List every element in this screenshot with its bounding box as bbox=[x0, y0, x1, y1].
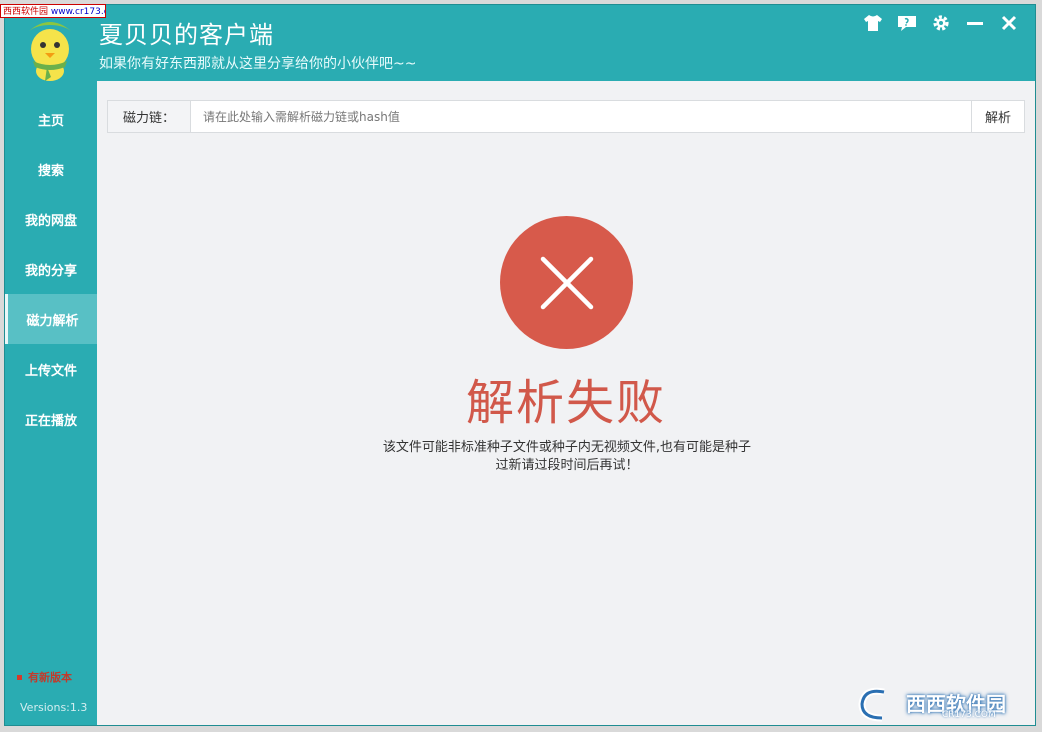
sidebar-item-magnet-parse[interactable]: 磁力解析 bbox=[5, 294, 97, 344]
magnet-input[interactable] bbox=[191, 101, 971, 132]
feedback-icon bbox=[898, 16, 916, 31]
watermark-top-left: 西西软件园 www.cr173.com bbox=[0, 4, 106, 18]
error-badge bbox=[500, 216, 633, 349]
error-x-icon bbox=[540, 256, 593, 309]
error-message-line1: 该文件可能非标准种子文件或种子内无视频文件,也有可能是种子 bbox=[382, 440, 752, 455]
magnet-label: 磁力链： bbox=[108, 101, 191, 132]
watermark-tl-name: 西西软件园 bbox=[3, 7, 49, 17]
main-content: 磁力链： 解析 解析失败 该文件可能非标准种子文件或种子内无视频文件,也有可能是… bbox=[97, 81, 1035, 725]
sidebar-item-now-playing[interactable]: 正在播放 bbox=[5, 394, 97, 444]
feedback-button[interactable] bbox=[895, 11, 919, 35]
watermark-bottom-right: 西西软件园 CR173.COM bbox=[854, 684, 1034, 724]
duck-mascot-logo bbox=[29, 22, 71, 81]
sidebar-item-my-shares[interactable]: 我的分享 bbox=[5, 244, 97, 294]
app-window: 夏贝贝的客户端 如果你有好东西那就从这里分享给你的小伙伴吧~~ 主页 搜索 我的… bbox=[4, 4, 1036, 726]
title-bar[interactable]: 夏贝贝的客户端 如果你有好东西那就从这里分享给你的小伙伴吧~~ bbox=[5, 5, 1035, 81]
sidebar-item-my-disk[interactable]: 我的网盘 bbox=[5, 194, 97, 244]
minimize-icon bbox=[967, 22, 983, 25]
error-message-line2: 过新请过段时间后再试！ bbox=[495, 458, 639, 473]
close-button[interactable] bbox=[997, 11, 1021, 35]
skin-button[interactable] bbox=[861, 11, 885, 35]
close-icon bbox=[1001, 15, 1017, 31]
settings-button[interactable] bbox=[929, 11, 953, 35]
watermark-tl-url: www.cr173.com bbox=[50, 7, 105, 17]
sidebar-item-home[interactable]: 主页 bbox=[5, 94, 97, 144]
magnet-input-group: 磁力链： 解析 bbox=[107, 100, 1025, 133]
parse-button[interactable]: 解析 bbox=[971, 101, 1024, 132]
tshirt-icon bbox=[864, 15, 882, 31]
new-version-label: 有新版本 bbox=[28, 671, 72, 684]
error-message: 该文件可能非标准种子文件或种子内无视频文件,也有可能是种子 过新请过段时间后再试… bbox=[367, 439, 767, 475]
watermark-logo-icon bbox=[858, 687, 885, 722]
new-version-link[interactable]: 有新版本 bbox=[17, 669, 72, 685]
minimize-button[interactable] bbox=[963, 11, 987, 35]
window-controls bbox=[861, 11, 1021, 35]
app-title: 夏贝贝的客户端 bbox=[99, 21, 274, 49]
new-version-dot bbox=[17, 674, 22, 680]
sidebar: 主页 搜索 我的网盘 我的分享 磁力解析 上传文件 正在播放 有新版本 Vers… bbox=[5, 81, 97, 725]
watermark-br-url: CR173.COM bbox=[942, 710, 996, 720]
error-title: 解析失败 bbox=[465, 375, 666, 431]
version-label: Versions:1.3 bbox=[20, 701, 88, 714]
sidebar-item-upload[interactable]: 上传文件 bbox=[5, 344, 97, 394]
app-subtitle: 如果你有好东西那就从这里分享给你的小伙伴吧~~ bbox=[99, 56, 417, 72]
gear-icon bbox=[933, 15, 949, 31]
sidebar-item-search[interactable]: 搜索 bbox=[5, 144, 97, 194]
